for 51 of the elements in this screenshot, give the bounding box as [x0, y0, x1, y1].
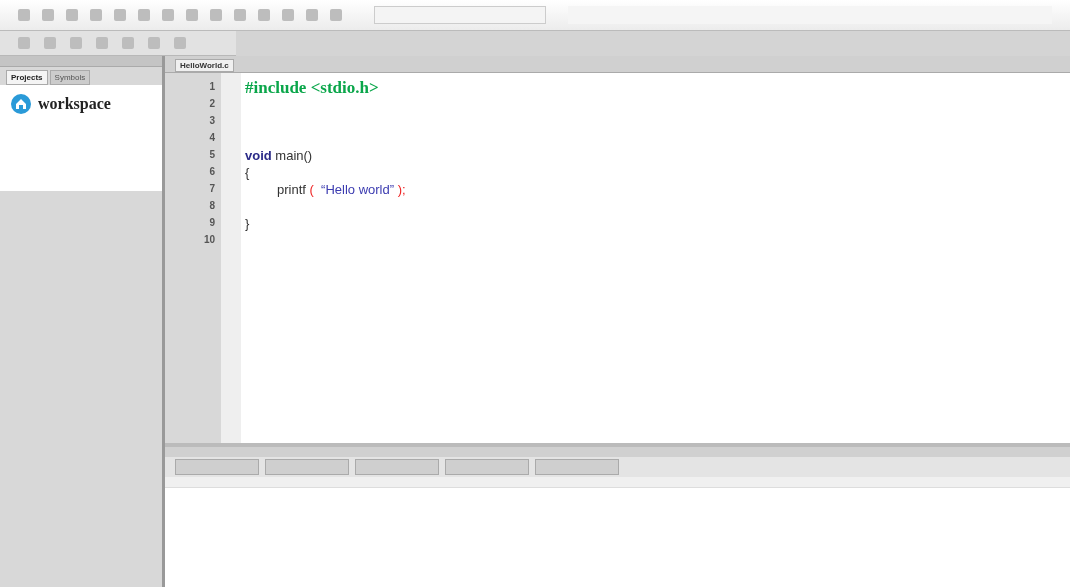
- toolbar-icon[interactable]: [186, 9, 198, 21]
- toolbar-icon[interactable]: [18, 9, 30, 21]
- toolbar-icon[interactable]: [138, 9, 150, 21]
- toolbar-icon[interactable]: [90, 9, 102, 21]
- toolbar-icon[interactable]: [162, 9, 174, 21]
- toolbar-icon[interactable]: [42, 9, 54, 21]
- toolbar-icon[interactable]: [66, 9, 78, 21]
- toolbar-icon[interactable]: [174, 37, 186, 49]
- output-tab[interactable]: [445, 459, 529, 475]
- toolbar-icon[interactable]: [122, 37, 134, 49]
- toolbar-icon[interactable]: [44, 37, 56, 49]
- dropdown-field[interactable]: [374, 6, 546, 24]
- punctuation: );: [397, 182, 406, 197]
- string-literal: “Hello world”: [320, 182, 396, 197]
- line-number: 4: [208, 132, 216, 145]
- line-number: 9: [208, 217, 216, 230]
- line-number: 8: [208, 200, 216, 213]
- keyword: void: [245, 148, 272, 163]
- code-text: printf: [277, 182, 307, 197]
- line-number: 7: [208, 183, 216, 196]
- output-tab[interactable]: [175, 459, 259, 475]
- line-number: 6: [208, 166, 216, 179]
- toolbar-icon[interactable]: [70, 37, 82, 49]
- toolbar-icon[interactable]: [330, 9, 342, 21]
- line-number: 10: [202, 234, 216, 247]
- file-tab[interactable]: HelloWorld.c: [175, 59, 234, 72]
- output-tab[interactable]: [355, 459, 439, 475]
- home-icon: [10, 93, 32, 115]
- preprocessor-directive: #include <stdio.h>: [245, 77, 379, 98]
- code-text: }: [245, 216, 250, 231]
- line-number: 5: [208, 149, 216, 162]
- panel-tab[interactable]: Symbols: [49, 70, 91, 85]
- toolbar-icon[interactable]: [114, 9, 126, 21]
- output-tab[interactable]: [265, 459, 349, 475]
- code-text: {: [245, 165, 250, 180]
- punctuation: (: [309, 182, 315, 197]
- toolbar-icon[interactable]: [148, 37, 160, 49]
- toolbar-icon[interactable]: [96, 37, 108, 49]
- panel-tab[interactable]: Projects: [6, 70, 48, 85]
- toolbar-icon[interactable]: [258, 9, 270, 21]
- toolbar-icon[interactable]: [282, 9, 294, 21]
- toolbar-icon[interactable]: [306, 9, 318, 21]
- tree-item[interactable]: workspace: [38, 95, 111, 113]
- output-tab[interactable]: [535, 459, 619, 475]
- toolbar-icon[interactable]: [18, 37, 30, 49]
- line-number: 1: [208, 81, 216, 94]
- line-number: 2: [208, 98, 216, 111]
- code-text: main(): [274, 148, 313, 163]
- line-number: 3: [208, 115, 216, 128]
- toolbar-icon[interactable]: [234, 9, 246, 21]
- toolbar-icon[interactable]: [210, 9, 222, 21]
